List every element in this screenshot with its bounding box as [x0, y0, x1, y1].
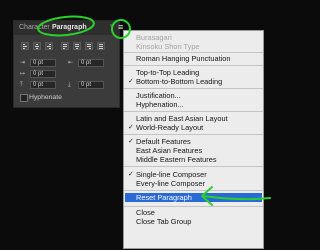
menu-item-close[interactable]: Close	[136, 208, 261, 217]
menu-separator	[124, 65, 263, 66]
menu-item-middle-eastern-features[interactable]: Middle Eastern Features	[136, 155, 261, 164]
menu-separator	[124, 166, 263, 167]
indent-right-icon: ⇤	[68, 60, 74, 66]
checkmark-icon: ✓	[128, 138, 134, 145]
indent-left-icon: ⇥	[20, 60, 26, 66]
checkmark-icon: ✓	[128, 78, 134, 85]
justify-last-left-button[interactable]	[61, 42, 69, 50]
menu-item-east-asian-features[interactable]: East Asian Features	[136, 146, 261, 155]
menu-separator	[124, 111, 263, 112]
space-before-icon: ⤒	[20, 82, 23, 88]
collapse-panel-icon[interactable]: »	[110, 22, 113, 30]
space-after-field[interactable]: 0 pt	[78, 81, 104, 89]
menu-separator	[124, 52, 263, 53]
justify-all-button[interactable]	[97, 42, 105, 50]
menu-item-reset-paragraph[interactable]: Reset Paragraph	[125, 193, 262, 202]
menu-separator	[124, 190, 263, 191]
menu-item-hyphenation[interactable]: Hyphenation...	[136, 100, 261, 109]
space-before-field[interactable]: 0 pt	[30, 81, 56, 89]
indent-left-field[interactable]: 0 pt	[30, 59, 56, 67]
menu-separator	[124, 88, 263, 89]
menu-item-roman-hanging-punctuation[interactable]: Roman Hanging Punctuation	[136, 54, 261, 63]
align-center-button[interactable]	[33, 42, 41, 50]
hyphenate-label: Hyphenate	[29, 94, 62, 101]
menu-item-single-line-composer[interactable]: Single-line Composer	[136, 170, 261, 179]
panel-flyout-menu: Burasagari Kinsoku Shori Type Roman Hang…	[123, 30, 264, 249]
menu-item-top-to-top-leading[interactable]: Top-to-Top Leading	[136, 68, 261, 77]
menu-item-world-ready-layout[interactable]: World-Ready Layout	[136, 123, 261, 132]
menu-item-latin-east-asian-layout[interactable]: Latin and East Asian Layout	[136, 114, 261, 123]
paragraph-panel: Character Paragraph » ⇥ 0 pt ⇤ 0 pt ↦ 0 …	[13, 20, 120, 108]
first-line-indent-field[interactable]: 0 pt	[30, 70, 56, 78]
align-left-button[interactable]	[21, 42, 29, 50]
menu-separator	[124, 134, 263, 135]
menu-item-burasagari[interactable]: Burasagari	[136, 33, 261, 42]
hyphenate-checkbox[interactable]	[20, 94, 28, 102]
menu-separator	[124, 206, 263, 207]
checkmark-icon: ✓	[128, 171, 134, 178]
justify-last-right-button[interactable]	[85, 42, 93, 50]
menu-item-bottom-to-bottom-leading[interactable]: Bottom-to-Bottom Leading	[136, 77, 261, 86]
tab-character[interactable]: Character	[19, 23, 50, 33]
checkmark-icon: ✓	[128, 124, 134, 131]
tab-paragraph[interactable]: Paragraph	[52, 23, 87, 33]
menu-item-every-line-composer[interactable]: Every-line Composer	[136, 179, 261, 188]
menu-item-justification[interactable]: Justification...	[136, 91, 261, 100]
alignment-buttons	[21, 42, 116, 52]
justify-last-center-button[interactable]	[73, 42, 81, 50]
menu-item-default-features[interactable]: Default Features	[136, 137, 261, 146]
menu-item-kinsoku-shori-type[interactable]: Kinsoku Shori Type	[136, 42, 261, 51]
align-right-button[interactable]	[45, 42, 53, 50]
menu-item-close-tab-group[interactable]: Close Tab Group	[136, 217, 261, 226]
first-line-indent-icon: ↦	[20, 71, 26, 77]
space-after-icon: ⤓	[68, 82, 71, 88]
panel-tab-bar: Character Paragraph »	[14, 21, 119, 35]
indent-right-field[interactable]: 0 pt	[78, 59, 104, 67]
